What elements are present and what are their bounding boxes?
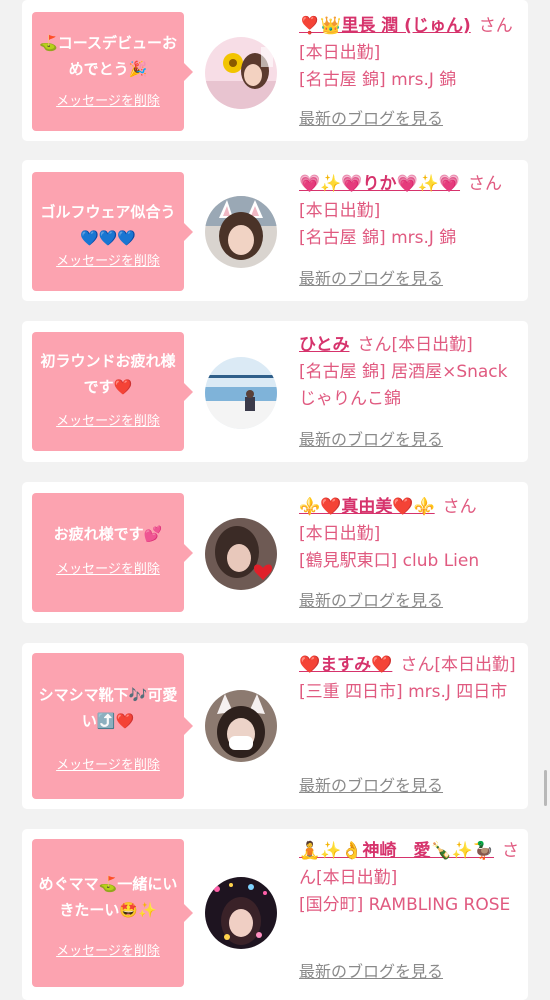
cast-name-link[interactable]: ❤️ますみ❤️ — [299, 655, 392, 675]
message-card: ゴルフウェア似合う💙💙💙 メッセージを削除 💗✨💗りか💗✨💗 さん [本日出勤] [… — [22, 160, 528, 301]
cast-photo-heart-icon — [205, 518, 277, 590]
message-card: ⛳コースデビューおめでとう🎉 メッセージを削除 ❣️👑里長 潤 (じゅん) さん [… — [22, 0, 528, 141]
sent-message-bubble: ゴルフウェア似合う💙💙💙 メッセージを削除 — [32, 172, 193, 291]
delete-message-link[interactable]: メッセージを削除 — [32, 94, 184, 110]
cast-name-link[interactable]: ⚜️❤️真由美❤️⚜️ — [299, 497, 435, 517]
honorific: さん — [468, 174, 503, 194]
shop-name: [鶴見駅東口] club Lien — [299, 551, 480, 571]
honorific: さん — [357, 335, 392, 355]
cast-avatar[interactable] — [205, 196, 277, 268]
work-status: [本日出勤] — [299, 43, 381, 63]
latest-blog-link[interactable]: 最新のブログを見る — [299, 776, 443, 796]
cast-photo-flower-selfie-icon — [205, 37, 277, 109]
cast-avatar[interactable] — [205, 518, 277, 590]
cast-info: ⚜️❤️真由美❤️⚜️ さん [本日出勤] [鶴見駅東口] club Lien — [299, 494, 521, 575]
work-status: [本日出勤] — [299, 201, 381, 221]
cast-photo-ocean-icon — [205, 357, 277, 429]
work-status: [本日出勤] — [391, 335, 473, 355]
cast-info: ひとみ さん[本日出勤] [名古屋 錦] 居酒屋×Snack じゃりんこ錦 — [299, 332, 521, 413]
message-card: 初ラウンドお疲れ様です❤️ メッセージを削除 ひとみ さん[本日出勤] [名古屋 … — [22, 321, 528, 462]
latest-blog-link[interactable]: 最新のブログを見る — [299, 962, 443, 982]
shop-name: [名古屋 錦] mrs.J 錦 — [299, 228, 457, 248]
cast-info: ❤️ますみ❤️ さん[本日出勤] [三重 四日市] mrs.J 四日市 — [299, 652, 521, 706]
honorific: さん — [478, 16, 513, 36]
sent-message-text: ゴルフウェア似合う💙💙💙 — [40, 203, 176, 247]
shop-name: [三重 四日市] mrs.J 四日市 — [299, 682, 508, 702]
message-card: めぐママ⛳一緒にいきたーい🤩✨ メッセージを削除 🧘✨👌神崎 愛🍾✨🦆 さん[本日… — [22, 829, 528, 1000]
cast-avatar[interactable] — [205, 37, 277, 109]
shop-name: [国分町] RAMBLING ROSE — [299, 895, 511, 915]
sent-message-bubble: ⛳コースデビューおめでとう🎉 メッセージを削除 — [32, 12, 193, 131]
message-list: ⛳コースデビューおめでとう🎉 メッセージを削除 ❣️👑里長 潤 (じゅん) さん[… — [0, 0, 550, 1000]
sent-message-text: シマシマ靴下🎶可愛い⤴️❤️ — [38, 686, 178, 730]
delete-message-link[interactable]: メッセージを削除 — [32, 562, 184, 578]
work-status: [本日出勤] — [316, 868, 398, 888]
shop-name: [名古屋 錦] 居酒屋×Snack じゃりんこ錦 — [299, 362, 508, 409]
latest-blog-link[interactable]: 最新のブログを見る — [299, 430, 443, 450]
sent-message-text: めぐママ⛳一緒にいきたーい🤩✨ — [38, 875, 178, 919]
cast-avatar[interactable] — [205, 877, 277, 949]
cast-name-link[interactable]: ひとみ — [299, 335, 350, 355]
delete-message-link[interactable]: メッセージを削除 — [32, 758, 184, 774]
sent-message-bubble: めぐママ⛳一緒にいきたーい🤩✨ メッセージを削除 — [32, 839, 193, 987]
message-card: シマシマ靴下🎶可愛い⤴️❤️ メッセージを削除 ❤️ますみ❤️ さん[本日出勤] … — [22, 643, 528, 809]
cast-info: 💗✨💗りか💗✨💗 さん [本日出勤] [名古屋 錦] mrs.J 錦 — [299, 171, 521, 252]
work-status: [本日出勤] — [299, 524, 381, 544]
work-status: [本日出勤] — [434, 655, 516, 675]
cast-name-link[interactable]: 🧘✨👌神崎 愛🍾✨🦆 — [299, 841, 494, 861]
cast-name-link[interactable]: ❣️👑里長 潤 (じゅん) — [299, 16, 471, 36]
cast-avatar[interactable] — [205, 357, 277, 429]
cast-info: 🧘✨👌神崎 愛🍾✨🦆 さん[本日出勤] [国分町] RAMBLING ROSE — [299, 838, 521, 919]
message-card: お疲れ様です💕 メッセージを削除 ⚜️❤️真由美❤️⚜️ さん [本日出勤] [鶴… — [22, 482, 528, 623]
delete-message-link[interactable]: メッセージを削除 — [32, 414, 184, 430]
sent-message-text: ⛳コースデビューおめでとう🎉 — [39, 34, 177, 78]
honorific: さん — [442, 497, 477, 517]
cast-avatar[interactable] — [205, 690, 277, 762]
sent-message-bubble: シマシマ靴下🎶可愛い⤴️❤️ メッセージを削除 — [32, 653, 193, 799]
delete-message-link[interactable]: メッセージを削除 — [32, 254, 184, 270]
cast-photo-cat-ears-icon — [205, 196, 277, 268]
sent-message-text: お疲れ様です💕 — [53, 525, 163, 543]
delete-message-link[interactable]: メッセージを削除 — [32, 944, 184, 960]
cast-photo-night-lights-icon — [205, 877, 277, 949]
latest-blog-link[interactable]: 最新のブログを見る — [299, 269, 443, 289]
sent-message-text: 初ラウンドお疲れ様です❤️ — [40, 352, 176, 396]
latest-blog-link[interactable]: 最新のブログを見る — [299, 109, 443, 129]
cast-photo-mask-cat-ears-icon — [205, 690, 277, 762]
latest-blog-link[interactable]: 最新のブログを見る — [299, 591, 443, 611]
cast-name-link[interactable]: 💗✨💗りか💗✨💗 — [299, 174, 460, 194]
scrollbar-thumb[interactable] — [544, 770, 547, 806]
honorific: さん — [400, 655, 435, 675]
cast-info: ❣️👑里長 潤 (じゅん) さん [本日出勤] [名古屋 錦] mrs.J 錦 — [299, 13, 521, 94]
shop-name: [名古屋 錦] mrs.J 錦 — [299, 70, 457, 90]
sent-message-bubble: 初ラウンドお疲れ様です❤️ メッセージを削除 — [32, 332, 193, 451]
sent-message-bubble: お疲れ様です💕 メッセージを削除 — [32, 493, 193, 612]
